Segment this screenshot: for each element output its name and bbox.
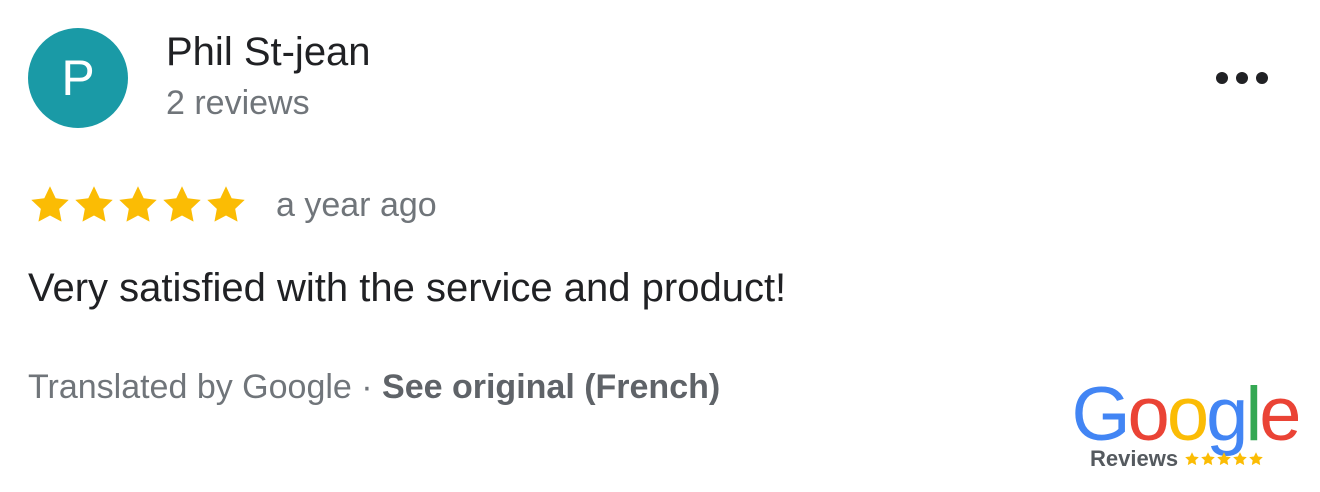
star-icon	[119, 186, 157, 222]
badge-label: Reviews	[1090, 446, 1179, 471]
review-date: a year ago	[276, 185, 437, 224]
badge-star-rating	[1184, 451, 1264, 467]
rating-row: a year ago	[28, 180, 437, 230]
star-icon	[31, 186, 69, 222]
mini-star-icon	[1233, 452, 1247, 466]
star-icon	[207, 186, 245, 222]
star-rating	[28, 183, 248, 227]
reviewer-name[interactable]: Phil St-jean	[166, 30, 371, 75]
mini-star-icon	[1185, 452, 1199, 466]
mini-star-icon	[1217, 452, 1231, 466]
translation-row: Translated by Google · See original (Fre…	[28, 368, 720, 407]
see-original-link[interactable]: See original (French)	[382, 368, 720, 406]
avatar[interactable]: P	[28, 28, 128, 128]
reviewer-review-count[interactable]: 2 reviews	[166, 84, 310, 123]
avatar-initial: P	[61, 50, 95, 106]
star-icon	[75, 186, 113, 222]
star-icon	[163, 186, 201, 222]
more-options-button[interactable]	[1210, 58, 1274, 98]
review-text: Very satisfied with the service and prod…	[28, 266, 787, 310]
google-reviews-badge: Reviews	[1090, 446, 1264, 472]
more-horizontal-icon	[1216, 72, 1268, 84]
translated-by-label: Translated by Google ·	[28, 368, 383, 406]
mini-star-icon	[1201, 452, 1215, 466]
mini-star-icon	[1249, 452, 1263, 466]
